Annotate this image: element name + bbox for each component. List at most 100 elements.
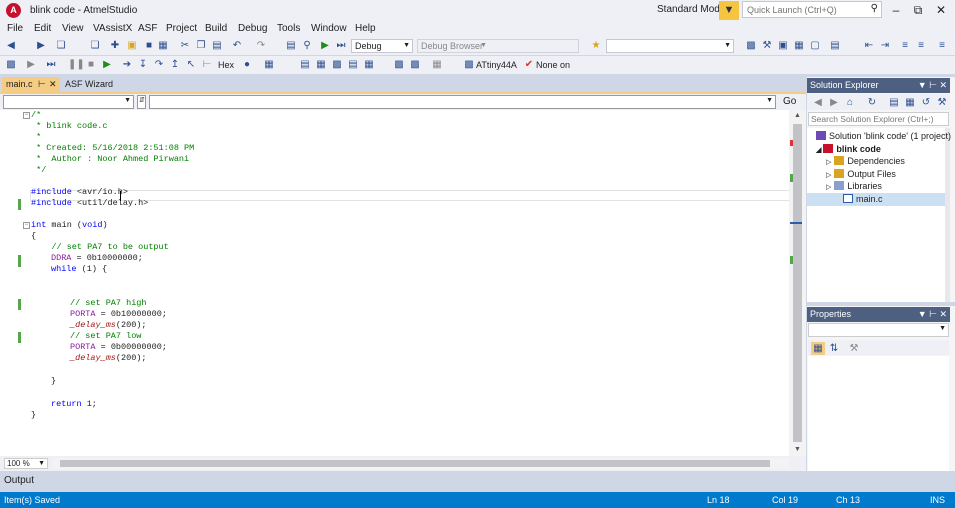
processor-icon[interactable]: ▩ bbox=[330, 58, 344, 71]
indent-icon[interactable]: ⇤ bbox=[862, 39, 876, 52]
start-without-debugging-icon[interactable]: ⏭ bbox=[334, 39, 348, 52]
filter-icon[interactable]: ▼ bbox=[719, 1, 739, 20]
back-icon[interactable]: ◀ bbox=[811, 96, 825, 109]
show-all-icon[interactable]: ▦ bbox=[903, 96, 917, 109]
home-icon[interactable]: ⌂ bbox=[843, 96, 857, 109]
refresh-icon[interactable]: ↺ bbox=[919, 96, 933, 109]
menu-view[interactable]: View bbox=[62, 23, 84, 34]
overflow-icon[interactable]: ≡ bbox=[935, 39, 949, 52]
tool-name[interactable]: None on bbox=[536, 60, 570, 70]
maximize-button[interactable]: ⧉ bbox=[908, 2, 928, 19]
collapse-arrow-icon[interactable]: ▷ bbox=[826, 159, 831, 166]
device-icon[interactable]: ▣ bbox=[776, 39, 790, 52]
bookmark-icon[interactable]: ★ bbox=[589, 39, 603, 52]
atmel-logo-icon[interactable]: A bbox=[6, 3, 21, 18]
redo-icon[interactable]: ↷ bbox=[254, 39, 268, 52]
step-over-icon[interactable]: ↷ bbox=[152, 58, 166, 71]
solution-search-input[interactable]: Search Solution Explorer (Ctrl+;) bbox=[808, 112, 949, 126]
fold-toggle[interactable]: − bbox=[23, 222, 30, 229]
undo-icon[interactable]: ↶ bbox=[230, 39, 244, 52]
tree-item-main-c[interactable]: main.c bbox=[843, 193, 883, 205]
tree-item-project[interactable]: ◢ blink code bbox=[816, 143, 881, 155]
menu-project[interactable]: Project bbox=[166, 23, 197, 34]
extension-icon[interactable]: ▦ bbox=[792, 39, 806, 52]
wrench-icon[interactable]: ⚒ bbox=[760, 39, 774, 52]
split-button[interactable]: ⇵ bbox=[137, 95, 146, 109]
run-icon[interactable]: ⏭ bbox=[44, 58, 58, 71]
debug-browser-select[interactable]: Debug Browser ▼ bbox=[417, 39, 579, 53]
symbol-select[interactable]: ▼ bbox=[149, 95, 776, 109]
back-icon[interactable]: ◀ bbox=[4, 39, 18, 52]
pause-icon[interactable]: ❚❚ bbox=[68, 58, 85, 71]
hex-button[interactable]: Hex bbox=[218, 60, 234, 70]
sync-icon[interactable]: ↻ bbox=[865, 96, 879, 109]
output-tab[interactable]: Output bbox=[0, 472, 955, 492]
menu-vassistx[interactable]: VAssistX bbox=[93, 23, 132, 34]
collapse-icon[interactable]: ▤ bbox=[887, 96, 901, 109]
tree-item-output-files[interactable]: ▷ Output Files bbox=[826, 168, 896, 180]
show-next-icon[interactable]: ➔ bbox=[120, 58, 134, 71]
open-folder-icon[interactable]: ▣ bbox=[125, 39, 139, 52]
window-icon[interactable]: ▢ bbox=[808, 39, 822, 52]
tree-item-dependencies[interactable]: ▷ Dependencies bbox=[826, 155, 905, 167]
pin-icon[interactable]: ⊢ bbox=[38, 77, 46, 92]
new-project-icon[interactable]: ❏ bbox=[54, 39, 68, 52]
start-debugging-icon[interactable]: ▶ bbox=[318, 39, 332, 52]
cut-icon[interactable]: ✂ bbox=[178, 39, 192, 52]
tree-scrollbar[interactable] bbox=[945, 128, 950, 302]
menu-file[interactable]: File bbox=[7, 23, 23, 34]
menu-debug[interactable]: Debug bbox=[238, 23, 267, 34]
quick-launch-input[interactable] bbox=[743, 2, 863, 17]
solution-icon[interactable]: ▤ bbox=[284, 39, 298, 52]
expand-icon[interactable]: ◢ bbox=[816, 147, 821, 154]
save-icon[interactable]: ■ bbox=[142, 39, 156, 52]
wrench-icon[interactable]: ⚒ bbox=[935, 96, 949, 109]
scroll-up-icon[interactable]: ▲ bbox=[794, 112, 801, 119]
device-programming-icon[interactable]: ▩ bbox=[744, 39, 758, 52]
scroll-down-icon[interactable]: ▼ bbox=[794, 446, 801, 453]
outdent-icon[interactable]: ⇥ bbox=[878, 39, 892, 52]
menu-edit[interactable]: Edit bbox=[34, 23, 51, 34]
close-button[interactable]: ✕ bbox=[931, 2, 951, 19]
add-item-icon[interactable]: ✚ bbox=[108, 39, 122, 52]
menu-help[interactable]: Help bbox=[355, 23, 376, 34]
menu-tools[interactable]: Tools bbox=[277, 23, 300, 34]
properties-object-select[interactable]: ▼ bbox=[808, 323, 949, 337]
menu-window[interactable]: Window bbox=[311, 23, 347, 34]
run-to-cursor-icon[interactable]: ⊢ bbox=[200, 58, 214, 71]
step-into-icon[interactable]: ↧ bbox=[136, 58, 150, 71]
continue-icon[interactable]: ▶ bbox=[24, 58, 38, 71]
configuration-select[interactable]: Debug ▼ bbox=[351, 39, 413, 53]
io-view-icon[interactable]: ▤ bbox=[346, 58, 360, 71]
comment-icon[interactable]: ≡ bbox=[898, 39, 912, 52]
categorized-icon[interactable]: ▦ bbox=[811, 342, 825, 355]
memory-icon[interactable]: ▤ bbox=[298, 58, 312, 71]
disassembly-icon[interactable]: ▦ bbox=[362, 58, 376, 71]
alphabetical-icon[interactable]: ⇅ bbox=[827, 342, 841, 355]
chip-icon[interactable]: ▩ bbox=[392, 58, 406, 71]
tab-asf-wizard[interactable]: ASF Wizard bbox=[62, 77, 113, 92]
go-button[interactable]: Go bbox=[783, 96, 796, 107]
close-tab-icon[interactable]: ✕ bbox=[49, 77, 57, 92]
search-icon[interactable]: ⚲ bbox=[871, 3, 878, 14]
tree-item-libraries[interactable]: ▷ Libraries bbox=[826, 180, 882, 192]
uncomment-icon[interactable]: ≡ bbox=[914, 39, 928, 52]
scroll-thumb[interactable] bbox=[60, 460, 770, 467]
save-all-icon[interactable]: ▦ bbox=[156, 39, 170, 52]
registers-icon[interactable]: ▦ bbox=[314, 58, 328, 71]
chip-program-icon[interactable]: ▩ bbox=[408, 58, 422, 71]
copy-icon[interactable]: ❐ bbox=[194, 39, 208, 52]
windows-icon[interactable]: ▦ bbox=[262, 58, 276, 71]
device-name[interactable]: ATtiny44A bbox=[476, 60, 517, 70]
layout-icon[interactable]: ▤ bbox=[828, 39, 842, 52]
forward-icon[interactable]: ▶ bbox=[34, 39, 48, 52]
tree-item-solution[interactable]: Solution 'blink code' (1 project) bbox=[816, 130, 951, 142]
minimize-button[interactable]: – bbox=[886, 2, 906, 19]
collapse-arrow-icon[interactable]: ▷ bbox=[826, 184, 831, 191]
fold-toggle[interactable]: − bbox=[23, 112, 30, 119]
panel-controls-icon[interactable]: ▼ ⊢ ✕ bbox=[918, 307, 947, 322]
start-icon[interactable]: ▶ bbox=[100, 58, 114, 71]
tool-icon[interactable]: ✔ bbox=[522, 58, 536, 71]
collapse-arrow-icon[interactable]: ▷ bbox=[826, 172, 831, 179]
device-chip-icon[interactable]: ▩ bbox=[462, 58, 476, 71]
